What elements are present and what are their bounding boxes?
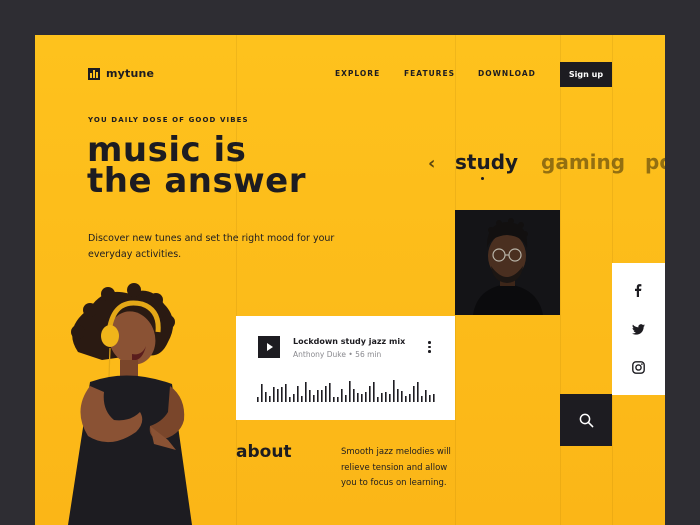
hero-subtitle: Discover new tunes and set the right moo… bbox=[88, 233, 335, 260]
track-artist: Anthony Duke bbox=[293, 350, 346, 359]
instagram-icon[interactable] bbox=[631, 360, 645, 374]
waveform-bar bbox=[385, 392, 387, 402]
signup-button[interactable]: Sign up bbox=[560, 62, 612, 87]
waveform-bar bbox=[429, 395, 431, 402]
track-duration: 56 min bbox=[355, 350, 382, 359]
waveform-bar bbox=[297, 386, 299, 402]
artist-photo bbox=[455, 210, 560, 315]
grid-line bbox=[560, 35, 561, 525]
waveform-bar bbox=[373, 382, 375, 402]
play-icon bbox=[267, 343, 273, 351]
waveform-bar bbox=[293, 394, 295, 402]
waveform-bar bbox=[301, 396, 303, 402]
waveform-bar bbox=[265, 392, 267, 402]
waveform-bar bbox=[333, 397, 335, 402]
waveform-bar bbox=[325, 386, 327, 402]
track-meta: Anthony Duke • 56 min bbox=[293, 350, 381, 359]
waveform-bar bbox=[393, 380, 395, 402]
nav-features[interactable]: FEATURES bbox=[404, 69, 455, 78]
waveform-bar bbox=[425, 390, 427, 402]
waveform-bar bbox=[413, 386, 415, 402]
page-title: music is the answer bbox=[87, 133, 306, 198]
mood-gaming[interactable]: gaming bbox=[541, 150, 625, 174]
play-button[interactable] bbox=[258, 336, 280, 358]
waveform-bar bbox=[349, 381, 351, 402]
waveform-bar bbox=[433, 394, 435, 402]
waveform-bar bbox=[421, 396, 423, 402]
waveform-bar bbox=[337, 397, 339, 402]
waveform-bar bbox=[405, 396, 407, 402]
track-title: Lockdown study jazz mix bbox=[293, 337, 406, 346]
title-line-2: the answer bbox=[87, 161, 306, 201]
hero-tagline: YOU DAILY DOSE OF GOOD VIBES bbox=[88, 116, 249, 124]
waveform-bar bbox=[313, 395, 315, 402]
waveform-bar bbox=[277, 389, 279, 402]
waveform-bar bbox=[357, 393, 359, 402]
waveform-bar bbox=[329, 383, 331, 402]
search-icon bbox=[579, 413, 593, 427]
waveform-bar bbox=[309, 390, 311, 402]
social-bar bbox=[612, 263, 665, 395]
waveform-bar bbox=[305, 382, 307, 402]
hero-photo bbox=[68, 283, 192, 525]
waveform-bar bbox=[257, 397, 259, 402]
waveform-bar bbox=[289, 397, 291, 402]
waveform-bar bbox=[401, 391, 403, 402]
waveform-bar bbox=[417, 382, 419, 402]
mood-study[interactable]: study bbox=[455, 150, 518, 174]
equalizer-icon bbox=[88, 67, 100, 80]
waveform-bar bbox=[273, 387, 275, 402]
active-indicator bbox=[481, 177, 484, 180]
brand-name: mytune bbox=[106, 67, 155, 80]
waveform[interactable] bbox=[257, 378, 435, 402]
waveform-bar bbox=[341, 389, 343, 402]
waveform-bar bbox=[381, 393, 383, 402]
search-button[interactable] bbox=[560, 394, 612, 446]
logo[interactable]: mytune bbox=[88, 67, 154, 80]
waveform-bar bbox=[409, 394, 411, 402]
waveform-bar bbox=[321, 390, 323, 402]
waveform-bar bbox=[365, 392, 367, 402]
landing-page: mytune EXPLORE FEATURES DOWNLOAD Sign up… bbox=[35, 35, 665, 525]
waveform-bar bbox=[353, 389, 355, 402]
waveform-bar bbox=[345, 395, 347, 402]
more-options-icon[interactable] bbox=[428, 341, 431, 353]
waveform-bar bbox=[389, 394, 391, 402]
twitter-icon[interactable] bbox=[631, 322, 645, 336]
waveform-bar bbox=[397, 389, 399, 402]
facebook-icon[interactable] bbox=[631, 283, 645, 297]
waveform-bar bbox=[269, 396, 271, 402]
waveform-bar bbox=[281, 387, 283, 402]
chevron-left-icon[interactable]: ‹ bbox=[428, 153, 435, 174]
waveform-bar bbox=[261, 384, 263, 402]
about-text: Smooth jazz melodies will relieve tensio… bbox=[341, 447, 451, 488]
waveform-bar bbox=[369, 386, 371, 402]
waveform-bar bbox=[317, 390, 319, 402]
waveform-bar bbox=[377, 397, 379, 402]
nav-explore[interactable]: EXPLORE bbox=[335, 69, 380, 78]
waveform-bar bbox=[361, 394, 363, 402]
about-heading: about bbox=[236, 442, 292, 462]
nav-download[interactable]: DOWNLOAD bbox=[478, 69, 536, 78]
mood-po[interactable]: po bbox=[645, 150, 665, 174]
music-player-card: Lockdown study jazz mix Anthony Duke • 5… bbox=[236, 316, 455, 420]
waveform-bar bbox=[285, 384, 287, 402]
